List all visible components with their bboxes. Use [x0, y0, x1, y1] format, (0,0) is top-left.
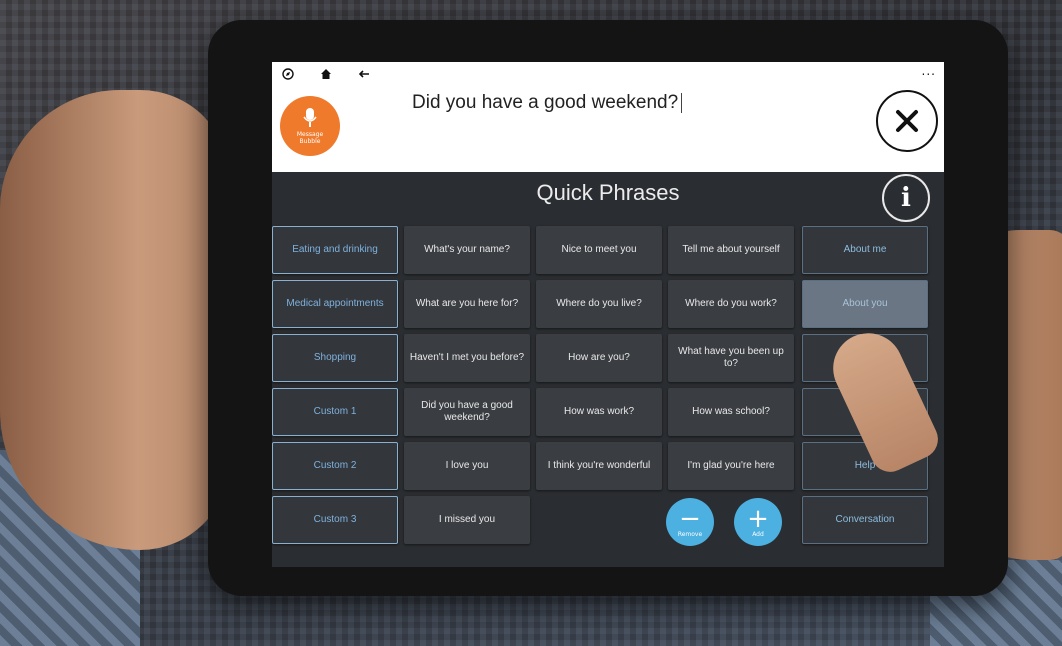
tablet-device: ... Message Bubble Did you have a good w… [208, 20, 1008, 596]
compass-icon[interactable] [280, 66, 296, 82]
category-custom-2[interactable]: Custom 2 [272, 442, 398, 490]
left-hand [0, 90, 230, 550]
phrase-button[interactable]: What's your name? [404, 226, 530, 274]
system-toolbar [280, 66, 372, 82]
phrase-button[interactable]: Where do you work? [668, 280, 794, 328]
microphone-icon [303, 107, 317, 127]
category-custom-3[interactable]: Custom 3 [272, 496, 398, 544]
phrase-button[interactable]: Tell me about yourself [668, 226, 794, 274]
message-text: Did you have a good weekend? [412, 92, 679, 113]
phrase-button[interactable]: Where do you live? [536, 280, 662, 328]
home-icon[interactable] [318, 66, 334, 82]
minus-icon: − [679, 503, 701, 534]
clear-message-button[interactable] [876, 90, 938, 152]
info-icon: i [901, 183, 911, 213]
message-text-field[interactable]: Did you have a good weekend? [412, 92, 832, 114]
category-eating-and-drinking[interactable]: Eating and drinking [272, 226, 398, 274]
phrase-button[interactable]: I think you're wonderful [536, 442, 662, 490]
overflow-menu-button[interactable]: ... [922, 64, 936, 78]
category-medical-appointments[interactable]: Medical appointments [272, 280, 398, 328]
plus-icon: + [747, 503, 769, 534]
add-phrase-button[interactable]: + Add [734, 498, 782, 546]
add-label: Add [752, 530, 764, 538]
close-icon [896, 110, 918, 132]
nav-about-you[interactable]: About you [802, 280, 928, 328]
category-shopping[interactable]: Shopping [272, 334, 398, 382]
remove-label: Remove [677, 530, 703, 538]
category-custom-1[interactable]: Custom 1 [272, 388, 398, 436]
nav-about-me[interactable]: About me [802, 226, 928, 274]
remove-phrase-button[interactable]: − Remove [666, 498, 714, 546]
phrase-button[interactable]: Haven't I met you before? [404, 334, 530, 382]
phrase-button[interactable]: I'm glad you're here [668, 442, 794, 490]
phrase-button[interactable]: How are you? [536, 334, 662, 382]
app-screen: ... Message Bubble Did you have a good w… [272, 62, 944, 567]
message-bubble-label: Message Bubble [296, 130, 324, 145]
phrase-button[interactable]: How was work? [536, 388, 662, 436]
phrase-button[interactable]: How was school? [668, 388, 794, 436]
back-arrow-icon[interactable] [356, 66, 372, 82]
message-bubble-button[interactable]: Message Bubble [280, 96, 340, 156]
phrase-button[interactable]: Did you have a good weekend? [404, 388, 530, 436]
message-bar: ... Message Bubble Did you have a good w… [272, 62, 944, 172]
info-button[interactable]: i [882, 174, 930, 222]
page-title: Quick Phrases [536, 180, 680, 205]
phrase-button[interactable]: What are you here for? [404, 280, 530, 328]
phrase-button[interactable]: I missed you [404, 496, 530, 544]
phrase-button[interactable]: Nice to meet you [536, 226, 662, 274]
phrase-button[interactable]: I love you [404, 442, 530, 490]
text-caret [681, 92, 683, 113]
phrase-button[interactable]: What have you been up to? [668, 334, 794, 382]
nav-conversation[interactable]: Conversation [802, 496, 928, 544]
